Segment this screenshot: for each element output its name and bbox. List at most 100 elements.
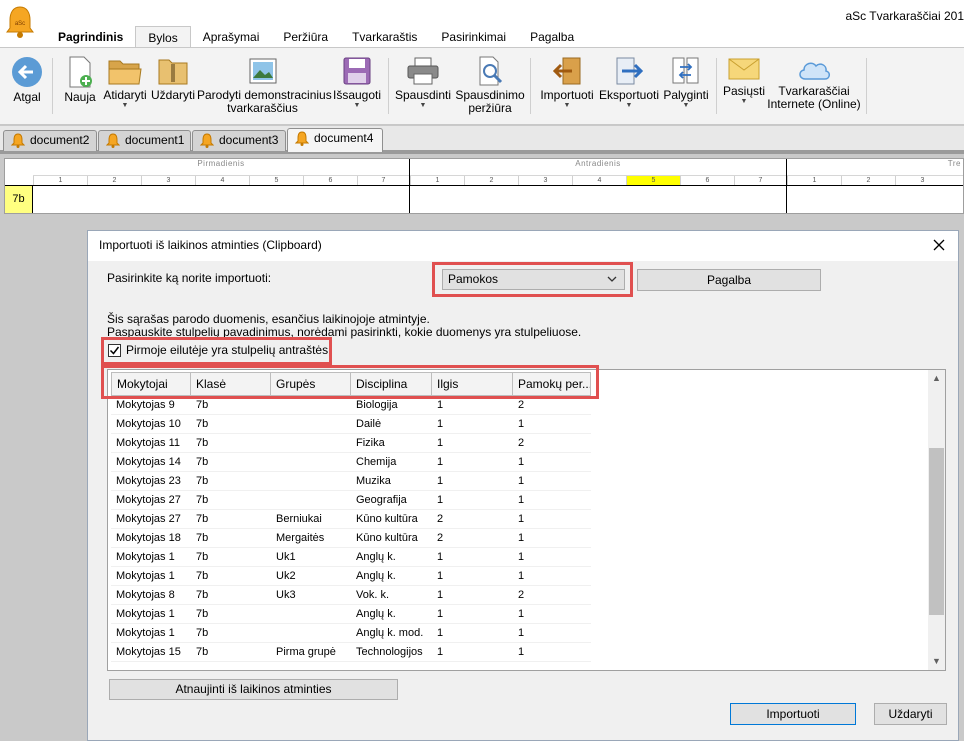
period-header: 3: [518, 176, 572, 185]
table-cell: 1: [518, 418, 525, 430]
day-header: Pirmadienis: [197, 159, 245, 168]
import-button[interactable]: Importuoti: [730, 703, 856, 725]
back-button[interactable]: Atgal: [6, 48, 48, 124]
table-cell: [271, 415, 351, 434]
close-document-button[interactable]: Uždaryti: [151, 48, 195, 124]
table-cell: Mokytojas 27: [116, 513, 181, 525]
import-clipboard-dialog: Importuoti iš laikinos atminties (Clipbo…: [87, 230, 959, 741]
table-row: Mokytojas 15 7b Pirma grupė Technologijos 1 1: [111, 643, 591, 662]
table-cell: 7b: [196, 608, 209, 620]
app-title: aSc Tvarkaraščiai 201: [845, 9, 964, 23]
timetable-grid: Pirmadienis Antradienis Tre 1 2 3 4 5 6 …: [4, 158, 964, 214]
online-timetables-button[interactable]: Tvarkaraščiai Internete (Online): [766, 48, 862, 124]
table-cell: Berniukai: [276, 513, 322, 525]
print-preview-button[interactable]: Spausdinimo peržiūra: [455, 48, 525, 124]
close-button[interactable]: Uždaryti: [874, 703, 947, 725]
demo-timetables-button[interactable]: Parodyti demonstracinius tvarkaraščius: [197, 48, 332, 124]
tab-aprasymai[interactable]: Aprašymai: [191, 26, 272, 48]
table-cell: 2: [437, 513, 444, 525]
table-cell: 1: [437, 589, 444, 601]
save-button[interactable]: Išsaugoti ▼: [331, 48, 383, 124]
import-type-select[interactable]: Pamokos: [442, 269, 625, 290]
table-row: Mokytojas 1 7b Anglų k. 1 1: [111, 605, 591, 624]
chevron-down-icon: ▼: [625, 102, 633, 109]
scroll-up-icon[interactable]: ▲: [928, 370, 945, 387]
tab-pagalba[interactable]: Pagalba: [518, 26, 586, 48]
header-row-checkbox-label[interactable]: Pirmoje eilutėje yra stulpelių antraštės: [126, 343, 328, 357]
period-header: 2: [841, 176, 895, 185]
table-cell: Technologijos: [356, 646, 423, 658]
close-icon[interactable]: [930, 236, 948, 254]
bell-icon: [106, 133, 120, 148]
table-cell: Uk1: [276, 551, 296, 563]
tab-pasirinkimai[interactable]: Pasirinkimai: [429, 26, 518, 48]
table-cell: 1: [437, 627, 444, 639]
scrollbar-thumb[interactable]: [929, 448, 944, 615]
table-cell: Mokytojas 10: [116, 418, 181, 430]
floppy-disk-icon: [343, 57, 371, 85]
chevron-down-icon: [607, 276, 617, 282]
send-button[interactable]: Pasiųsti ▼: [720, 48, 768, 124]
checkmark-icon: [109, 346, 120, 355]
table-cell: 2: [518, 589, 525, 601]
class-row-label[interactable]: 7b: [5, 186, 33, 213]
table-cell: 1: [437, 608, 444, 620]
day-header: Tre: [947, 159, 961, 168]
table-cell: Muzika: [356, 475, 391, 487]
print-button[interactable]: Spausdinti ▼: [393, 48, 453, 124]
asc-bell-logo-icon[interactable]: aSc: [4, 4, 36, 40]
help-button[interactable]: Pagalba: [637, 269, 821, 291]
tab-tvarkarastis[interactable]: Tvarkaraštis: [340, 26, 429, 48]
vertical-scrollbar[interactable]: ▲ ▼: [928, 370, 945, 670]
header-row-checkbox[interactable]: [108, 344, 121, 357]
ribbon-toolbar: Atgal Nauja Atidaryti ▼ Uždaryti Parodyt…: [0, 47, 964, 125]
table-cell: 1: [437, 551, 444, 563]
table-cell: 1: [437, 437, 444, 449]
table-cell: 1: [518, 494, 525, 506]
chevron-down-icon: ▼: [563, 102, 571, 109]
table-cell: Dailė: [356, 418, 382, 430]
tab-bylos[interactable]: Bylos: [135, 26, 191, 48]
table-cell: 7b: [196, 551, 209, 563]
table-cell: 1: [437, 646, 444, 658]
table-row: Mokytojas 18 7b Mergaitės Kūno kultūra 2 1: [111, 529, 591, 548]
clipboard-data-table: Mokytojai Klasė Grupės Disciplina Ilgis …: [107, 369, 946, 671]
period-header: 5: [249, 176, 303, 185]
refresh-from-clipboard-button[interactable]: Atnaujinti iš laikinos atminties: [109, 679, 398, 700]
grid-line: [5, 185, 963, 186]
day-header: Antradienis: [575, 159, 621, 168]
period-header: 3: [895, 176, 949, 185]
table-cell: [271, 605, 351, 624]
document-tab[interactable]: document1: [98, 130, 191, 151]
print-preview-icon: [479, 56, 503, 86]
table-cell: 1: [518, 627, 525, 639]
ribbon-separator: [388, 58, 389, 114]
document-tab[interactable]: document3: [192, 130, 286, 151]
tab-perziura[interactable]: Peržiūra: [271, 26, 340, 48]
archive-zip-icon: [158, 59, 188, 85]
table-cell: Mokytojas 1: [116, 570, 175, 582]
table-cell: [271, 491, 351, 510]
table-cell: 7b: [196, 532, 209, 544]
table-cell: Mokytojas 1: [116, 551, 175, 563]
table-cell: 1: [518, 608, 525, 620]
table-cell: 7b: [196, 570, 209, 582]
scroll-down-icon[interactable]: ▼: [928, 653, 945, 670]
day-separator: [409, 159, 410, 213]
new-button[interactable]: Nauja: [60, 48, 100, 124]
document-tab-active[interactable]: document4: [287, 128, 383, 152]
export-button[interactable]: Eksportuoti ▼: [598, 48, 660, 124]
compare-button[interactable]: Palyginti ▼: [661, 48, 711, 124]
table-cell: Anglų k.: [356, 551, 396, 563]
document-tab[interactable]: document2: [3, 130, 97, 151]
table-row: Mokytojas 27 7b Berniukai Kūno kultūra 2 1: [111, 510, 591, 529]
document-tabs: document2 document1 document3 document4: [0, 126, 964, 154]
table-cell: [271, 434, 351, 453]
period-header-current: 5: [626, 176, 680, 185]
open-button[interactable]: Atidaryti ▼: [101, 48, 149, 124]
table-cell: 7b: [196, 589, 209, 601]
import-button[interactable]: Importuoti ▼: [536, 48, 598, 124]
tab-pagrindinis[interactable]: Pagrindinis: [46, 26, 135, 48]
table-cell: Mokytojas 8: [116, 589, 175, 601]
table-cell: Anglų k. mod.: [356, 627, 424, 639]
